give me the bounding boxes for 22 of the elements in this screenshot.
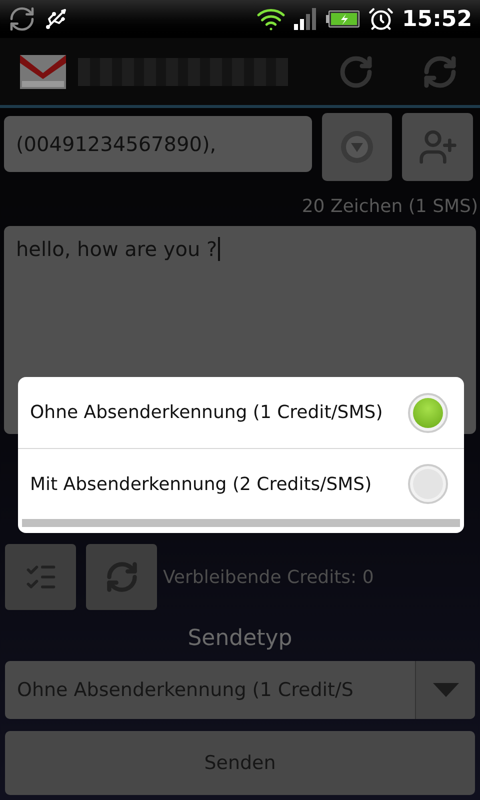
alarm-icon — [368, 6, 394, 32]
add-contact-button[interactable] — [402, 113, 473, 181]
sync-icon — [8, 5, 36, 33]
credits-label: Verbleibende Credits: 0 — [163, 566, 374, 590]
reload-icon — [338, 54, 374, 90]
signal-icon — [294, 8, 318, 30]
dropdown-icon — [340, 130, 374, 164]
recipient-field[interactable]: (00491234567890), — [4, 116, 312, 172]
battery-icon — [326, 10, 360, 28]
radio-button[interactable] — [408, 464, 448, 504]
refresh-icon — [104, 560, 138, 594]
app-logo — [20, 54, 66, 88]
usb-icon — [44, 7, 68, 31]
radio-button[interactable] — [408, 392, 448, 432]
section-heading: Sendetyp — [188, 625, 292, 653]
refresh-button[interactable] — [86, 544, 157, 610]
character-count: 20 Zeichen (1 SMS) — [302, 195, 478, 219]
dropdown-button[interactable] — [322, 113, 392, 181]
sync-icon — [422, 54, 458, 90]
clock-time: 15:52 — [402, 6, 472, 34]
list-button[interactable] — [5, 544, 76, 610]
dropdown-arrow-icon — [432, 683, 458, 697]
